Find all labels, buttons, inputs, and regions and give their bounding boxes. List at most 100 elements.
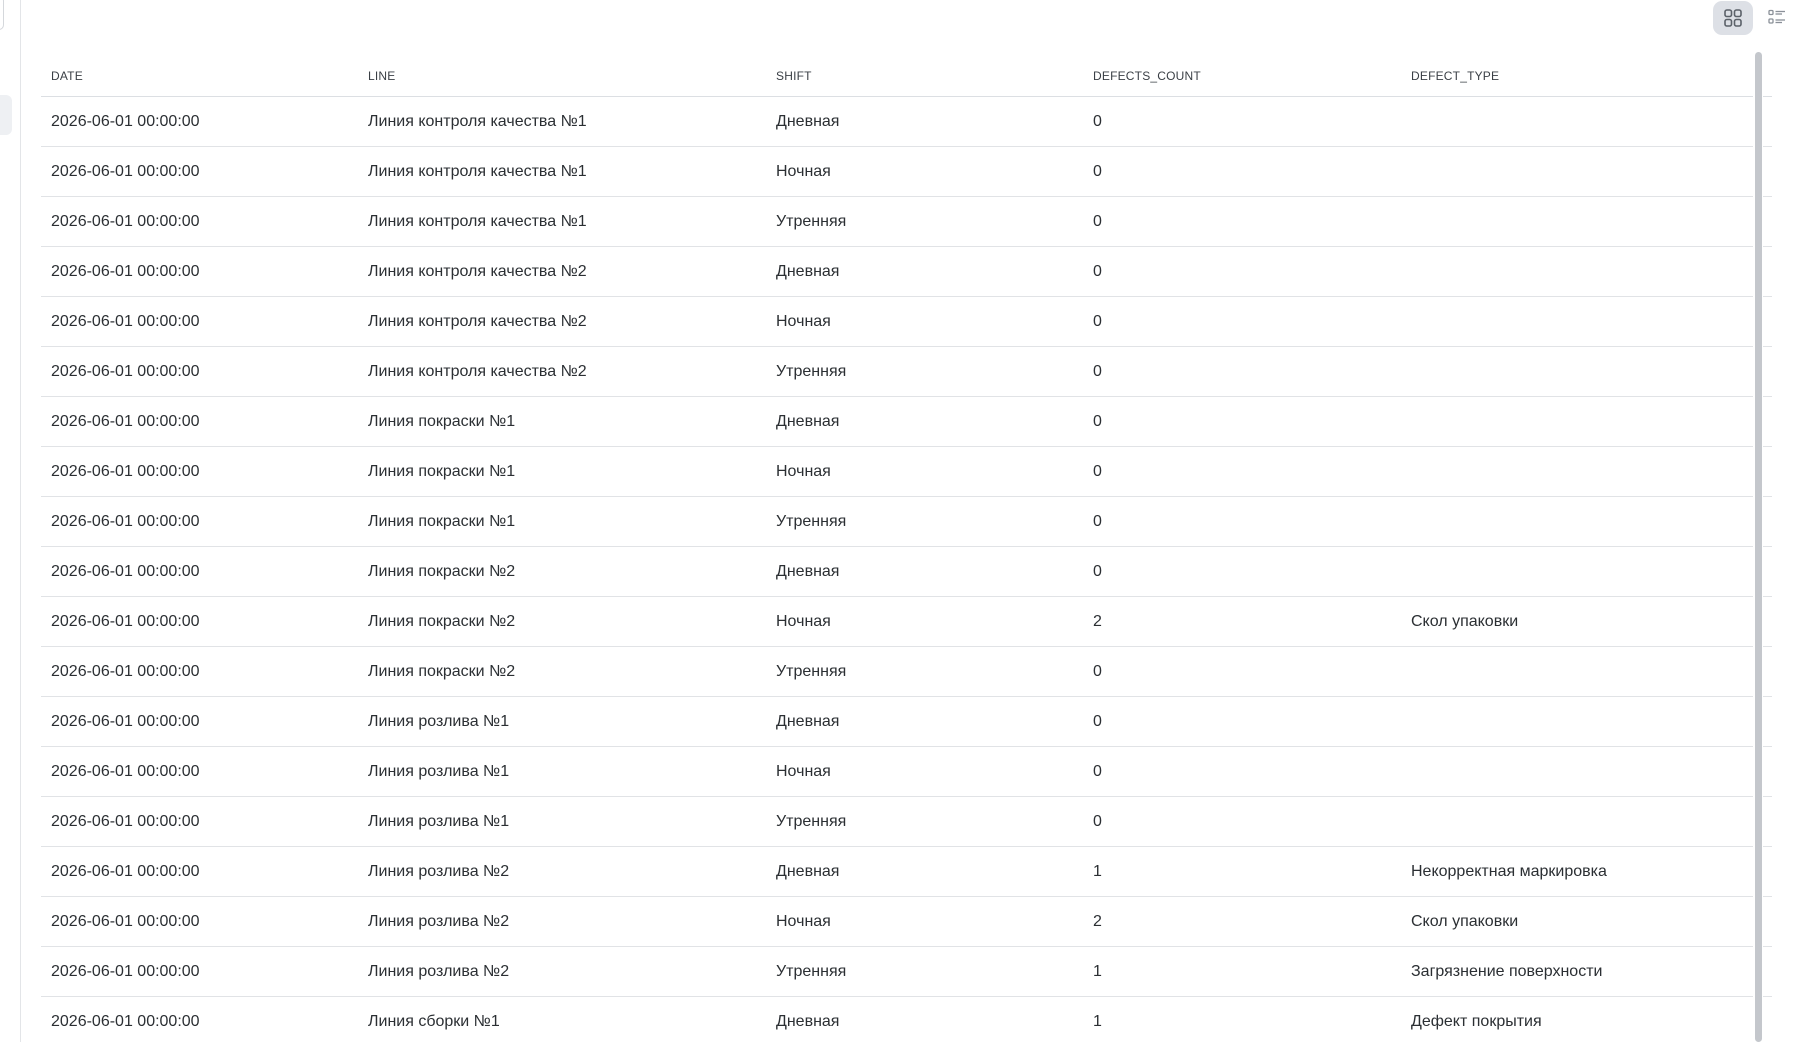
cell-date: 2026-06-01 00:00:00 (41, 296, 358, 347)
cell-defect-type (1401, 546, 1772, 597)
cell-defect-type: Загрязнение поверхности (1401, 946, 1772, 997)
cell-shift: Дневная (766, 396, 1083, 447)
cell-shift: Утренняя (766, 796, 1083, 847)
cell-date: 2026-06-01 00:00:00 (41, 146, 358, 197)
cell-defect-type (1401, 746, 1772, 797)
cell-defects-count: 0 (1083, 96, 1401, 147)
grid-icon (1724, 9, 1742, 27)
cell-date: 2026-06-01 00:00:00 (41, 946, 358, 997)
cell-line: Линия контроля качества №1 (358, 146, 766, 197)
cell-shift: Утренняя (766, 496, 1083, 547)
cell-line: Линия контроля качества №2 (358, 296, 766, 347)
cell-line: Линия розлива №2 (358, 846, 766, 897)
table-row[interactable]: 2026-06-01 00:00:00 Линия сборки №1 Дневна… (41, 996, 1772, 1042)
cell-defect-type: Скол упаковки (1401, 896, 1772, 947)
table-row[interactable]: 2026-06-01 00:00:00 Линия розлива №2 Ночна… (41, 896, 1772, 947)
cell-line: Линия розлива №1 (358, 746, 766, 797)
cell-date: 2026-06-01 00:00:00 (41, 246, 358, 297)
table-row[interactable]: 2026-06-01 00:00:00 Линия розлива №2 Утрен… (41, 946, 1772, 997)
grid-view-button[interactable] (1713, 1, 1753, 35)
cell-date: 2026-06-01 00:00:00 (41, 496, 358, 547)
table-row[interactable]: 2026-06-01 00:00:00 Линия контроля качест… (41, 346, 1772, 397)
cell-shift: Утренняя (766, 646, 1083, 697)
scrollbar-thumb[interactable] (1755, 52, 1762, 1042)
cell-date: 2026-06-01 00:00:00 (41, 196, 358, 247)
table-row[interactable]: 2026-06-01 00:00:00 Линия контроля качест… (41, 146, 1772, 197)
cell-line: Линия контроля качества №2 (358, 246, 766, 297)
table-row[interactable]: 2026-06-01 00:00:00 Линия розлива №1 Утрен… (41, 796, 1772, 847)
table-body: 2026-06-01 00:00:00 Линия контроля качест… (41, 96, 1772, 1042)
cell-shift: Утренняя (766, 196, 1083, 247)
column-header-shift[interactable]: SHIFT (766, 56, 1083, 97)
cell-defects-count: 0 (1083, 296, 1401, 347)
table-row[interactable]: 2026-06-01 00:00:00 Линия покраски №1 Утре… (41, 496, 1772, 547)
cell-date: 2026-06-01 00:00:00 (41, 396, 358, 447)
table-row[interactable]: 2026-06-01 00:00:00 Линия розлива №1 Ночна… (41, 746, 1772, 797)
cell-line: Линия розлива №2 (358, 896, 766, 947)
cell-line: Линия покраски №1 (358, 496, 766, 547)
sidebar-collapsed (0, 0, 21, 1042)
cell-defect-type (1401, 446, 1772, 497)
column-header-defect-type[interactable]: DEFECT_TYPE (1401, 56, 1772, 97)
cell-defects-count: 0 (1083, 546, 1401, 597)
cell-defect-type (1401, 696, 1772, 747)
cell-defects-count: 1 (1083, 946, 1401, 997)
cell-line: Линия розлива №2 (358, 946, 766, 997)
cell-defects-count: 2 (1083, 596, 1401, 647)
cell-shift: Ночная (766, 146, 1083, 197)
cell-date: 2026-06-01 00:00:00 (41, 96, 358, 147)
table-row[interactable]: 2026-06-01 00:00:00 Линия покраски №1 Днев… (41, 396, 1772, 447)
cell-defect-type (1401, 796, 1772, 847)
cell-shift: Утренняя (766, 346, 1083, 397)
cell-defects-count: 1 (1083, 846, 1401, 897)
table-row[interactable]: 2026-06-01 00:00:00 Линия контроля качест… (41, 296, 1772, 347)
cell-defects-count: 0 (1083, 246, 1401, 297)
sidebar-control-stub[interactable] (0, 0, 4, 30)
table-row[interactable]: 2026-06-01 00:00:00 Линия розлива №2 Дневн… (41, 846, 1772, 897)
cell-line: Линия контроля качества №1 (358, 196, 766, 247)
cell-date: 2026-06-01 00:00:00 (41, 446, 358, 497)
table-row[interactable]: 2026-06-01 00:00:00 Линия покраски №2 Днев… (41, 546, 1772, 597)
cell-defect-type (1401, 146, 1772, 197)
cell-defect-type (1401, 496, 1772, 547)
cell-shift: Дневная (766, 246, 1083, 297)
cell-defects-count: 0 (1083, 346, 1401, 397)
column-header-line[interactable]: LINE (358, 56, 766, 97)
vertical-scrollbar[interactable] (1753, 52, 1763, 1042)
cell-defect-type: Некорректная маркировка (1401, 846, 1772, 897)
table-row[interactable]: 2026-06-01 00:00:00 Линия покраски №2 Ночн… (41, 596, 1772, 647)
cell-defects-count: 0 (1083, 446, 1401, 497)
column-header-defects-count[interactable]: DEFECTS_COUNT (1083, 56, 1401, 97)
cell-defect-type (1401, 296, 1772, 347)
table-row[interactable]: 2026-06-01 00:00:00 Линия покраски №2 Утре… (41, 646, 1772, 697)
cell-defects-count: 0 (1083, 796, 1401, 847)
cell-defect-type: Дефект покрытия (1401, 996, 1772, 1042)
table-row[interactable]: 2026-06-01 00:00:00 Линия контроля качест… (41, 246, 1772, 297)
table-row[interactable]: 2026-06-01 00:00:00 Линия розлива №1 Дневн… (41, 696, 1772, 747)
data-table-page: DATE LINE SHIFT DEFECTS_COUNT DEFECT_TYP… (0, 0, 1807, 1042)
table-row[interactable]: 2026-06-01 00:00:00 Линия контроля качест… (41, 196, 1772, 247)
cell-defect-type (1401, 396, 1772, 447)
cell-defect-type (1401, 246, 1772, 297)
cell-defect-type (1401, 646, 1772, 697)
table-row[interactable]: 2026-06-01 00:00:00 Линия контроля качест… (41, 96, 1772, 147)
sidebar-item-active[interactable] (0, 95, 12, 135)
cell-date: 2026-06-01 00:00:00 (41, 346, 358, 397)
results-table-container: DATE LINE SHIFT DEFECTS_COUNT DEFECT_TYP… (41, 56, 1772, 1042)
cell-date: 2026-06-01 00:00:00 (41, 596, 358, 647)
cell-shift: Ночная (766, 896, 1083, 947)
cell-date: 2026-06-01 00:00:00 (41, 796, 358, 847)
cell-shift: Дневная (766, 846, 1083, 897)
table-row[interactable]: 2026-06-01 00:00:00 Линия покраски №1 Ночн… (41, 446, 1772, 497)
cell-defects-count: 0 (1083, 646, 1401, 697)
list-icon (1768, 9, 1785, 24)
cell-date: 2026-06-01 00:00:00 (41, 846, 358, 897)
cell-shift: Ночная (766, 296, 1083, 347)
cell-defects-count: 1 (1083, 996, 1401, 1042)
table-header-row: DATE LINE SHIFT DEFECTS_COUNT DEFECT_TYP… (41, 56, 1772, 97)
column-header-date[interactable]: DATE (41, 56, 358, 97)
view-toggle-group (1713, 0, 1797, 36)
list-view-button[interactable] (1757, 1, 1797, 35)
cell-shift: Дневная (766, 696, 1083, 747)
cell-defect-type: Скол упаковки (1401, 596, 1772, 647)
